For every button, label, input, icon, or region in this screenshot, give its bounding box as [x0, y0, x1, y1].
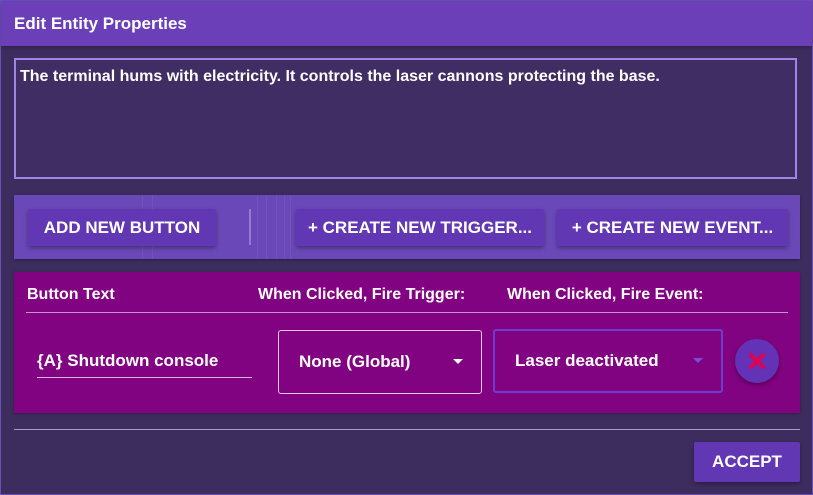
- dialog-title: Edit Entity Properties: [14, 14, 187, 33]
- edit-entity-dialog: Edit Entity Properties ADD NEW BUTTON + …: [0, 0, 813, 495]
- event-select[interactable]: Laser deactivated: [493, 329, 723, 393]
- trigger-select-value: None (Global): [299, 352, 411, 371]
- footer-divider: [14, 429, 800, 430]
- buttons-table: Button Text When Clicked, Fire Trigger: …: [14, 272, 800, 413]
- delete-row-button[interactable]: [735, 339, 779, 383]
- accept-button[interactable]: ACCEPT: [694, 442, 800, 482]
- trigger-select[interactable]: None (Global): [278, 330, 482, 394]
- table-header-divider: [26, 312, 788, 313]
- button-text-input[interactable]: {A} Shutdown console: [37, 346, 252, 378]
- create-event-button[interactable]: + CREATE NEW EVENT...: [557, 209, 788, 246]
- column-header-button-text: Button Text: [27, 286, 115, 303]
- chevron-down-icon: [693, 358, 703, 363]
- create-trigger-button[interactable]: + CREATE NEW TRIGGER...: [296, 209, 544, 246]
- toolbar-divider: [249, 209, 251, 245]
- entity-description-textarea[interactable]: [14, 58, 797, 179]
- column-header-fire-event: When Clicked, Fire Event:: [507, 286, 704, 303]
- dialog-titlebar: Edit Entity Properties: [1, 1, 812, 46]
- add-new-button-button[interactable]: ADD NEW BUTTON: [28, 209, 216, 246]
- close-icon: [749, 353, 765, 369]
- button-text-value: {A} Shutdown console: [37, 351, 219, 370]
- button-toolbar: ADD NEW BUTTON + CREATE NEW TRIGGER... +…: [14, 195, 800, 259]
- column-header-fire-trigger: When Clicked, Fire Trigger:: [258, 286, 466, 303]
- chevron-down-icon: [453, 359, 463, 364]
- event-select-value: Laser deactivated: [515, 351, 659, 370]
